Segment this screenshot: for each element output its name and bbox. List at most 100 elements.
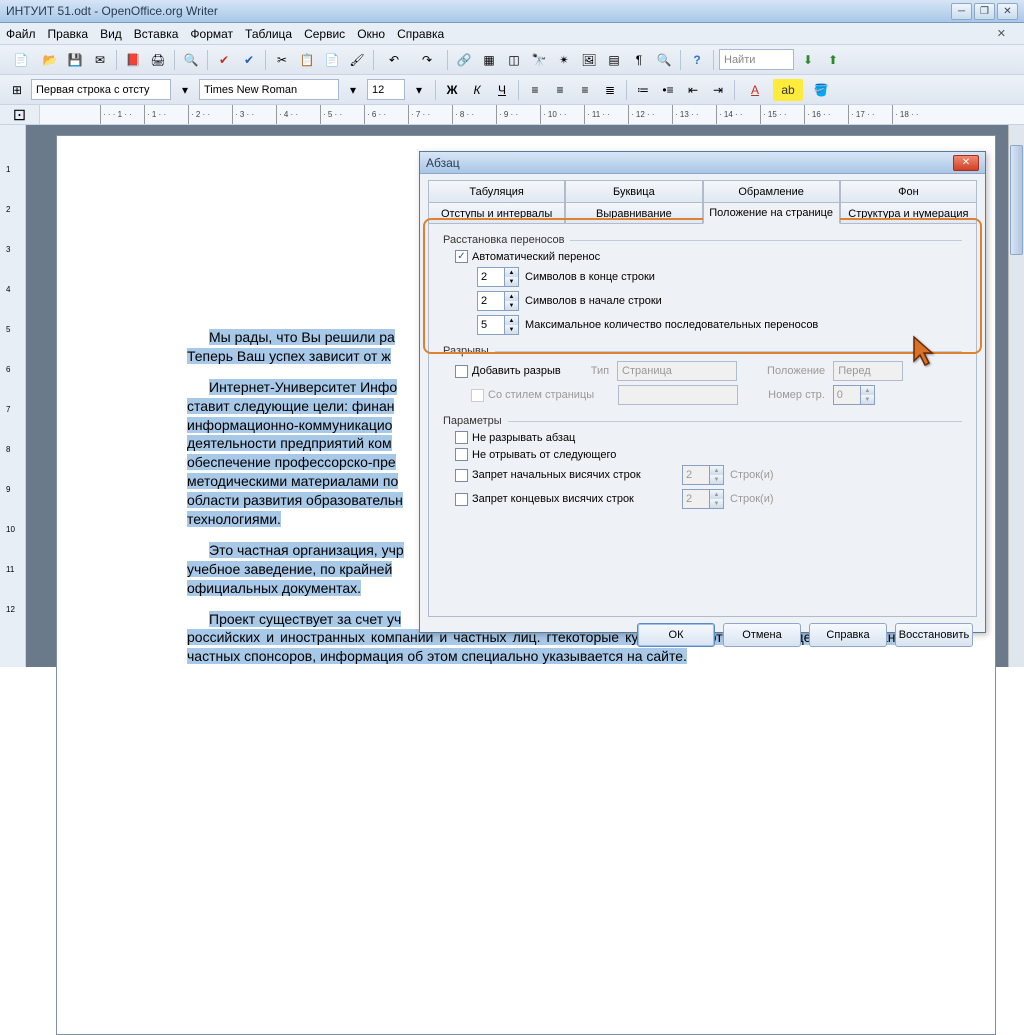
close-button[interactable]: ✕ (997, 3, 1018, 20)
underline-button[interactable]: Ч (491, 79, 513, 101)
menu-help[interactable]: Справка (397, 27, 444, 41)
search-input[interactable]: Найти (719, 49, 794, 70)
nonprint-button[interactable]: ¶ (628, 49, 650, 71)
tab-background[interactable]: Фон (840, 180, 977, 202)
group-params: Параметры (443, 415, 502, 427)
indent-dec-button[interactable]: ⇤ (682, 79, 704, 101)
spell-button[interactable]: ✔ (213, 49, 235, 71)
help-button[interactable]: Справка (809, 623, 887, 647)
gallery-button[interactable]: 🖼 (578, 49, 600, 71)
save-button[interactable]: 💾 (64, 49, 86, 71)
break-type-label: Тип (591, 365, 609, 377)
navigator-button[interactable]: ✴ (553, 49, 575, 71)
highlight-button[interactable]: ab (773, 79, 803, 101)
orphan-checkbox[interactable] (455, 493, 468, 506)
vertical-scrollbar[interactable] (1008, 125, 1024, 667)
keepnext-checkbox[interactable] (455, 448, 468, 461)
preview-button[interactable]: 🔍 (180, 49, 202, 71)
menu-tools[interactable]: Сервис (304, 27, 345, 41)
size-combo[interactable]: 12 (367, 79, 405, 100)
tab-tabulation[interactable]: Табуляция (428, 180, 565, 202)
add-break-label: Добавить разрыв (472, 365, 561, 377)
auto-hyphen-checkbox[interactable] (455, 250, 468, 263)
copy-button[interactable]: 📋 (296, 49, 318, 71)
align-center-button[interactable]: ≡ (549, 79, 571, 101)
reset-button[interactable]: Восстановить (895, 623, 973, 647)
max-button[interactable]: ❐ (974, 3, 995, 20)
table-button[interactable]: ▦ (478, 49, 500, 71)
bold-button[interactable]: Ж (441, 79, 463, 101)
doc-close-icon[interactable]: ✕ (997, 27, 1006, 40)
vertical-ruler[interactable]: 123 456 789 101112 (0, 125, 26, 667)
menu-edit[interactable]: Правка (48, 27, 89, 41)
nosplit-checkbox[interactable] (455, 431, 468, 444)
max-hyphen-spinner[interactable]: 5▲▼ (477, 315, 519, 335)
autospell-button[interactable]: ✔ (238, 49, 260, 71)
styles-button[interactable]: ⊞ (6, 79, 28, 101)
print-button[interactable]: 🖨 (147, 49, 169, 71)
parastyle-combo[interactable]: Первая строка с отсту (31, 79, 171, 100)
dialog-close-button[interactable]: ✕ (953, 155, 979, 171)
pdf-button[interactable]: 📕 (122, 49, 144, 71)
max-hyphen-label: Максимальное количество последовательных… (525, 319, 818, 331)
chars-end-label: Символов в конце строки (525, 271, 655, 283)
zoom-button[interactable]: 🔍 (653, 49, 675, 71)
add-break-checkbox[interactable] (455, 365, 468, 378)
menu-format[interactable]: Формат (190, 27, 233, 41)
parastyle-dd-icon[interactable]: ▾ (174, 79, 196, 101)
numbering-button[interactable]: ≔ (632, 79, 654, 101)
bgcolor-button[interactable]: 🪣 (806, 79, 836, 101)
datasource-button[interactable]: ▤ (603, 49, 625, 71)
menu-view[interactable]: Вид (100, 27, 122, 41)
chars-end-spinner[interactable]: 2▲▼ (477, 267, 519, 287)
doc-p3: Это частная организация, учр учебное зав… (187, 542, 404, 596)
search-prev-icon[interactable]: ⬇ (797, 49, 819, 71)
paste-button[interactable]: 📄 (321, 49, 343, 71)
help-button[interactable]: ? (686, 49, 708, 71)
font-dd-icon[interactable]: ▾ (342, 79, 364, 101)
search-next-icon[interactable]: ⬆ (822, 49, 844, 71)
align-right-button[interactable]: ≡ (574, 79, 596, 101)
size-dd-icon[interactable]: ▾ (408, 79, 430, 101)
formatpaint-button[interactable]: 🖌 (346, 49, 368, 71)
break-pos-select: Перед (833, 361, 903, 381)
tab-borders[interactable]: Обрамление (703, 180, 840, 202)
find-button[interactable]: 🔭 (528, 49, 550, 71)
min-button[interactable]: ─ (951, 3, 972, 20)
italic-button[interactable]: К (466, 79, 488, 101)
tab-textflow[interactable]: Положение на странице (703, 202, 840, 224)
ruler-corner: ⊡ (0, 105, 40, 124)
tab-outline[interactable]: Структура и нумерация (840, 202, 977, 224)
horizontal-ruler[interactable]: · · · 1 · ·· 1 · ·· 2 · ·· 3 · ·· 4 · ··… (40, 105, 1024, 124)
menu-window[interactable]: Окно (357, 27, 385, 41)
open-button[interactable]: 📂 (39, 49, 61, 71)
link-button[interactable]: 🔗 (453, 49, 475, 71)
cut-button[interactable]: ✂ (271, 49, 293, 71)
doc-p2: Интернет-Университет Инфо ставит следующ… (187, 379, 403, 527)
break-type-select: Страница (617, 361, 737, 381)
mail-button[interactable]: ✉ (89, 49, 111, 71)
indent-inc-button[interactable]: ⇥ (707, 79, 729, 101)
align-justify-button[interactable]: ≣ (599, 79, 621, 101)
menu-insert[interactable]: Вставка (134, 27, 179, 41)
undo-button[interactable]: ↶ (379, 49, 409, 71)
widow-label: Запрет начальных висячих строк (472, 469, 682, 481)
tab-alignment[interactable]: Выравнивание (565, 202, 702, 224)
menu-table[interactable]: Таблица (245, 27, 292, 41)
widow-checkbox[interactable] (455, 469, 468, 482)
align-left-button[interactable]: ≡ (524, 79, 546, 101)
group-hyphenation: Расстановка переносов (443, 234, 564, 246)
bullets-button[interactable]: •≡ (657, 79, 679, 101)
tab-dropcaps[interactable]: Буквица (565, 180, 702, 202)
drawfunc-button[interactable]: ◫ (503, 49, 525, 71)
redo-button[interactable]: ↷ (412, 49, 442, 71)
tab-indents[interactable]: Отступы и интервалы (428, 202, 565, 224)
cancel-button[interactable]: Отмена (723, 623, 801, 647)
new-button[interactable]: 📄 (6, 49, 36, 71)
chars-start-spinner[interactable]: 2▲▼ (477, 291, 519, 311)
menu-file[interactable]: Файл (6, 27, 36, 41)
pagenum-spinner: 0▲▼ (833, 385, 875, 405)
ok-button[interactable]: ОК (637, 623, 715, 647)
fontcolor-button[interactable]: A (740, 79, 770, 101)
font-combo[interactable]: Times New Roman (199, 79, 339, 100)
